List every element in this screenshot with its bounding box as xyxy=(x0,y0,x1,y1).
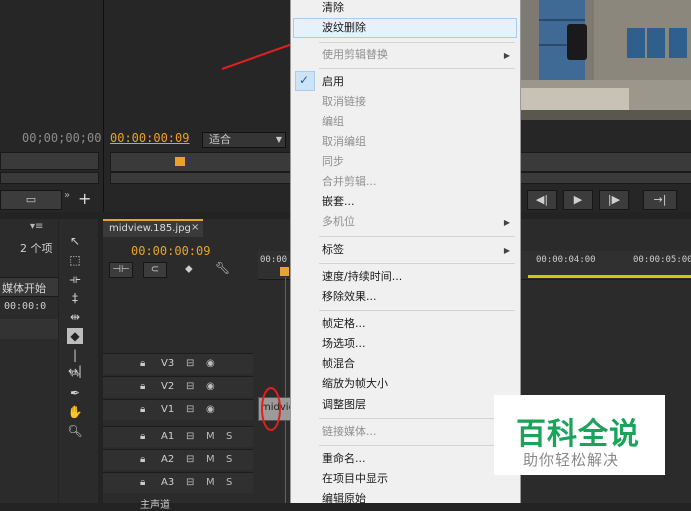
watermark-title: 百科全说 xyxy=(516,417,640,452)
submenu-arrow-icon: ▶ xyxy=(503,218,510,227)
menu-separator xyxy=(319,68,515,69)
menu-separator xyxy=(319,42,515,43)
menu-separator xyxy=(319,263,515,264)
watermark: 百科全说 助你轻松解决 xyxy=(494,395,665,475)
menu-item-nest[interactable]: 嵌套... xyxy=(322,192,355,212)
menu-item-speed-duration[interactable]: 速度/持续时间... xyxy=(322,267,402,287)
menu-item-frame-blend[interactable]: 帧混合 xyxy=(322,354,355,374)
menu-item-rename[interactable]: 重命名... xyxy=(322,449,366,469)
menu-item-field-options[interactable]: 场选项... xyxy=(322,334,366,354)
menu-item-edit-original[interactable]: 编辑原始 xyxy=(322,489,366,509)
menu-item-reveal-in-project[interactable]: 在项目中显示 xyxy=(322,469,388,489)
menu-item-clear[interactable]: 清除 xyxy=(322,0,344,18)
menu-separator xyxy=(319,445,515,446)
checkmark-icon: ✓ xyxy=(299,73,310,87)
menu-item-synchronize[interactable]: 同步 xyxy=(322,152,344,172)
menu-item-link-media[interactable]: 链接媒体... xyxy=(322,422,377,442)
menu-item-ripple-delete[interactable]: 波纹删除 xyxy=(322,18,366,38)
menu-item-enable[interactable]: 启用 xyxy=(322,72,344,92)
menu-item-remove-effects[interactable]: 移除效果... xyxy=(322,287,377,307)
menu-separator xyxy=(319,236,515,237)
watermark-subtitle: 助你轻松解决 xyxy=(523,451,620,469)
menu-separator xyxy=(319,310,515,311)
menu-item-unlink[interactable]: 取消链接 xyxy=(322,92,366,112)
menu-item-adjustment-layer[interactable]: 调整图层 xyxy=(322,395,366,415)
menu-item-multi-camera[interactable]: 多机位 xyxy=(322,212,355,232)
menu-item-scale-to-frame[interactable]: 缩放为帧大小 xyxy=(322,374,388,394)
context-menu: 清除 波纹删除 使用剪辑替换 ▶ ✓ 启用 取消链接 编组 取消编组 同步 合并… xyxy=(290,0,521,505)
annotation-ellipse xyxy=(261,387,281,431)
menu-item-label[interactable]: 标签 xyxy=(322,240,344,260)
submenu-arrow-icon: ▶ xyxy=(503,246,510,255)
menu-item-replace-with-clip[interactable]: 使用剪辑替换 xyxy=(322,45,388,65)
menu-separator xyxy=(319,418,515,419)
submenu-arrow-icon: ▶ xyxy=(503,51,510,60)
menu-item-ungroup[interactable]: 取消编组 xyxy=(322,132,366,152)
menu-item-merge-clips[interactable]: 合并剪辑... xyxy=(322,172,377,192)
menu-item-frame-hold[interactable]: 帧定格... xyxy=(322,314,366,334)
menu-item-group[interactable]: 编组 xyxy=(322,112,344,132)
